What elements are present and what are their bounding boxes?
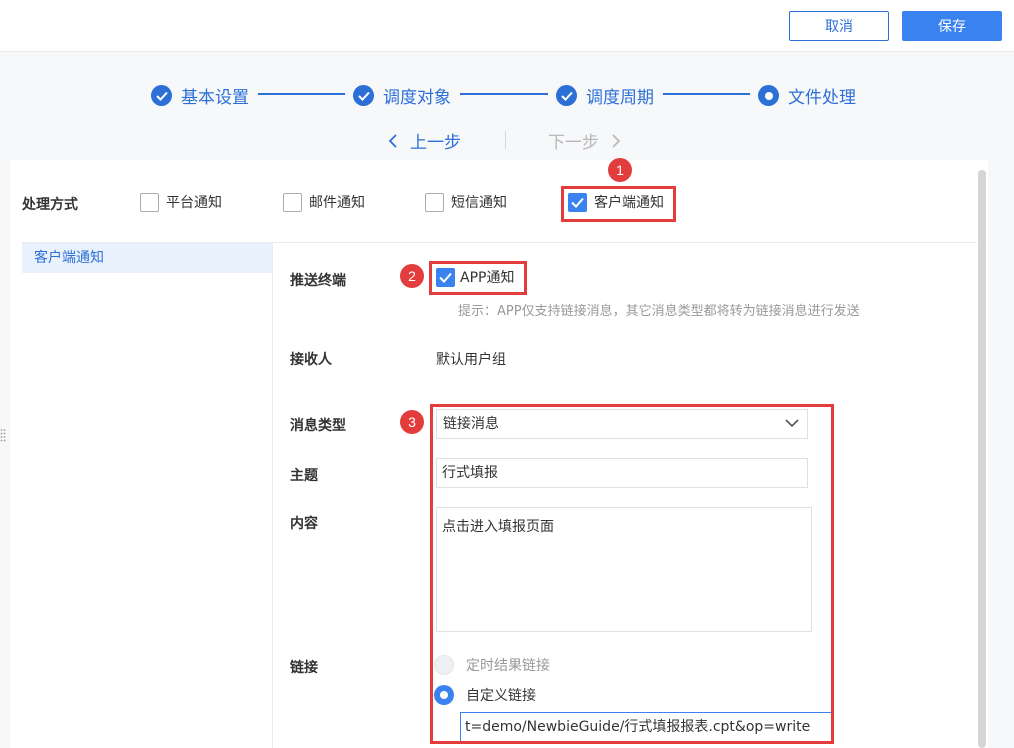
prev-step-button[interactable]: 上一步 bbox=[388, 128, 461, 153]
nav-divider bbox=[505, 131, 506, 149]
save-button[interactable]: 保存 bbox=[902, 11, 1002, 41]
step-schedule-period[interactable]: 调度周期 bbox=[556, 83, 654, 108]
check-icon bbox=[439, 272, 452, 283]
checkbox-box[interactable] bbox=[140, 192, 159, 212]
checkbox-label: 客户端通知 bbox=[594, 195, 664, 211]
cancel-button[interactable]: 取消 bbox=[789, 11, 889, 41]
vertical-scrollbar[interactable] bbox=[978, 170, 986, 748]
message-type-value: 链接消息 bbox=[443, 416, 499, 432]
processing-method-label: 处理方式 bbox=[22, 197, 78, 213]
checkbox-platform-notify[interactable]: 平台通知 bbox=[140, 192, 222, 212]
checkbox-box[interactable] bbox=[425, 192, 444, 212]
checkbox-label: 平台通知 bbox=[166, 195, 222, 211]
subject-label: 主题 bbox=[290, 468, 318, 484]
step-label: 调度周期 bbox=[586, 88, 654, 108]
chevron-right-icon bbox=[612, 133, 621, 148]
content-textarea[interactable]: 点击进入填报页面 bbox=[436, 507, 812, 632]
radio-button bbox=[434, 655, 454, 675]
step-label: 调度对象 bbox=[383, 88, 451, 108]
message-type-select[interactable]: 链接消息 bbox=[436, 409, 808, 439]
next-step-button: 下一步 bbox=[548, 128, 621, 153]
top-toolbar: 取消 保存 bbox=[0, 0, 1014, 52]
radio-custom-link[interactable]: 自定义链接 bbox=[434, 685, 536, 705]
checkbox-label: 短信通知 bbox=[451, 195, 507, 211]
step-label: 基本设置 bbox=[181, 88, 249, 108]
checkbox-sms-notify[interactable]: 短信通知 bbox=[425, 192, 507, 212]
checkbox-label: APP通知 bbox=[460, 270, 515, 286]
message-type-label: 消息类型 bbox=[290, 418, 346, 434]
next-step-label: 下一步 bbox=[548, 133, 599, 153]
checkbox-label: 邮件通知 bbox=[309, 195, 365, 211]
push-terminal-hint: 提示：APP仅支持链接消息，其它消息类型都将转为链接消息进行发送 bbox=[458, 304, 860, 319]
chevron-down-icon bbox=[785, 419, 799, 428]
resize-grip-icon[interactable] bbox=[0, 428, 6, 442]
checkbox-client-notify[interactable]: 客户端通知 bbox=[568, 192, 664, 212]
checkbox-box[interactable] bbox=[568, 192, 587, 212]
check-icon bbox=[353, 85, 374, 106]
step-connector bbox=[258, 93, 345, 95]
checkbox-box[interactable] bbox=[283, 192, 302, 212]
custom-link-input[interactable]: t=demo/NewbieGuide/行式填报报表.cpt&op=write bbox=[460, 712, 832, 742]
checkbox-box[interactable] bbox=[436, 267, 455, 287]
radio-label: 定时结果链接 bbox=[466, 658, 550, 674]
radio-label: 自定义链接 bbox=[466, 688, 536, 704]
chevron-left-icon bbox=[388, 133, 397, 148]
radio-scheduled-result-link: 定时结果链接 bbox=[434, 655, 550, 675]
annotation-badge: 1 bbox=[608, 158, 632, 182]
step-connector bbox=[460, 93, 548, 95]
content-label: 内容 bbox=[290, 516, 318, 532]
receiver-label: 接收人 bbox=[290, 352, 332, 368]
subject-input[interactable]: 行式填报 bbox=[436, 458, 808, 488]
current-step-icon bbox=[758, 85, 779, 106]
check-icon bbox=[571, 197, 584, 208]
sidebar-item-client-notify[interactable]: 客户端通知 bbox=[22, 243, 272, 273]
sidebar-divider bbox=[272, 243, 273, 748]
step-file-processing[interactable]: 文件处理 bbox=[758, 83, 856, 108]
radio-button[interactable] bbox=[434, 685, 454, 705]
checkbox-app-notify[interactable]: APP通知 bbox=[436, 267, 514, 287]
step-basic-settings[interactable]: 基本设置 bbox=[151, 83, 249, 108]
checkbox-email-notify[interactable]: 邮件通知 bbox=[283, 192, 365, 212]
annotation-badge: 2 bbox=[400, 264, 424, 288]
annotation-badge: 3 bbox=[400, 410, 424, 434]
link-label: 链接 bbox=[290, 660, 318, 676]
check-icon bbox=[151, 85, 172, 106]
step-connector bbox=[663, 93, 750, 95]
step-schedule-object[interactable]: 调度对象 bbox=[353, 83, 451, 108]
prev-step-label: 上一步 bbox=[410, 133, 461, 153]
receiver-value: 默认用户组 bbox=[436, 352, 506, 368]
push-terminal-label: 推送终端 bbox=[290, 273, 346, 289]
step-label: 文件处理 bbox=[788, 88, 856, 108]
check-icon bbox=[556, 85, 577, 106]
